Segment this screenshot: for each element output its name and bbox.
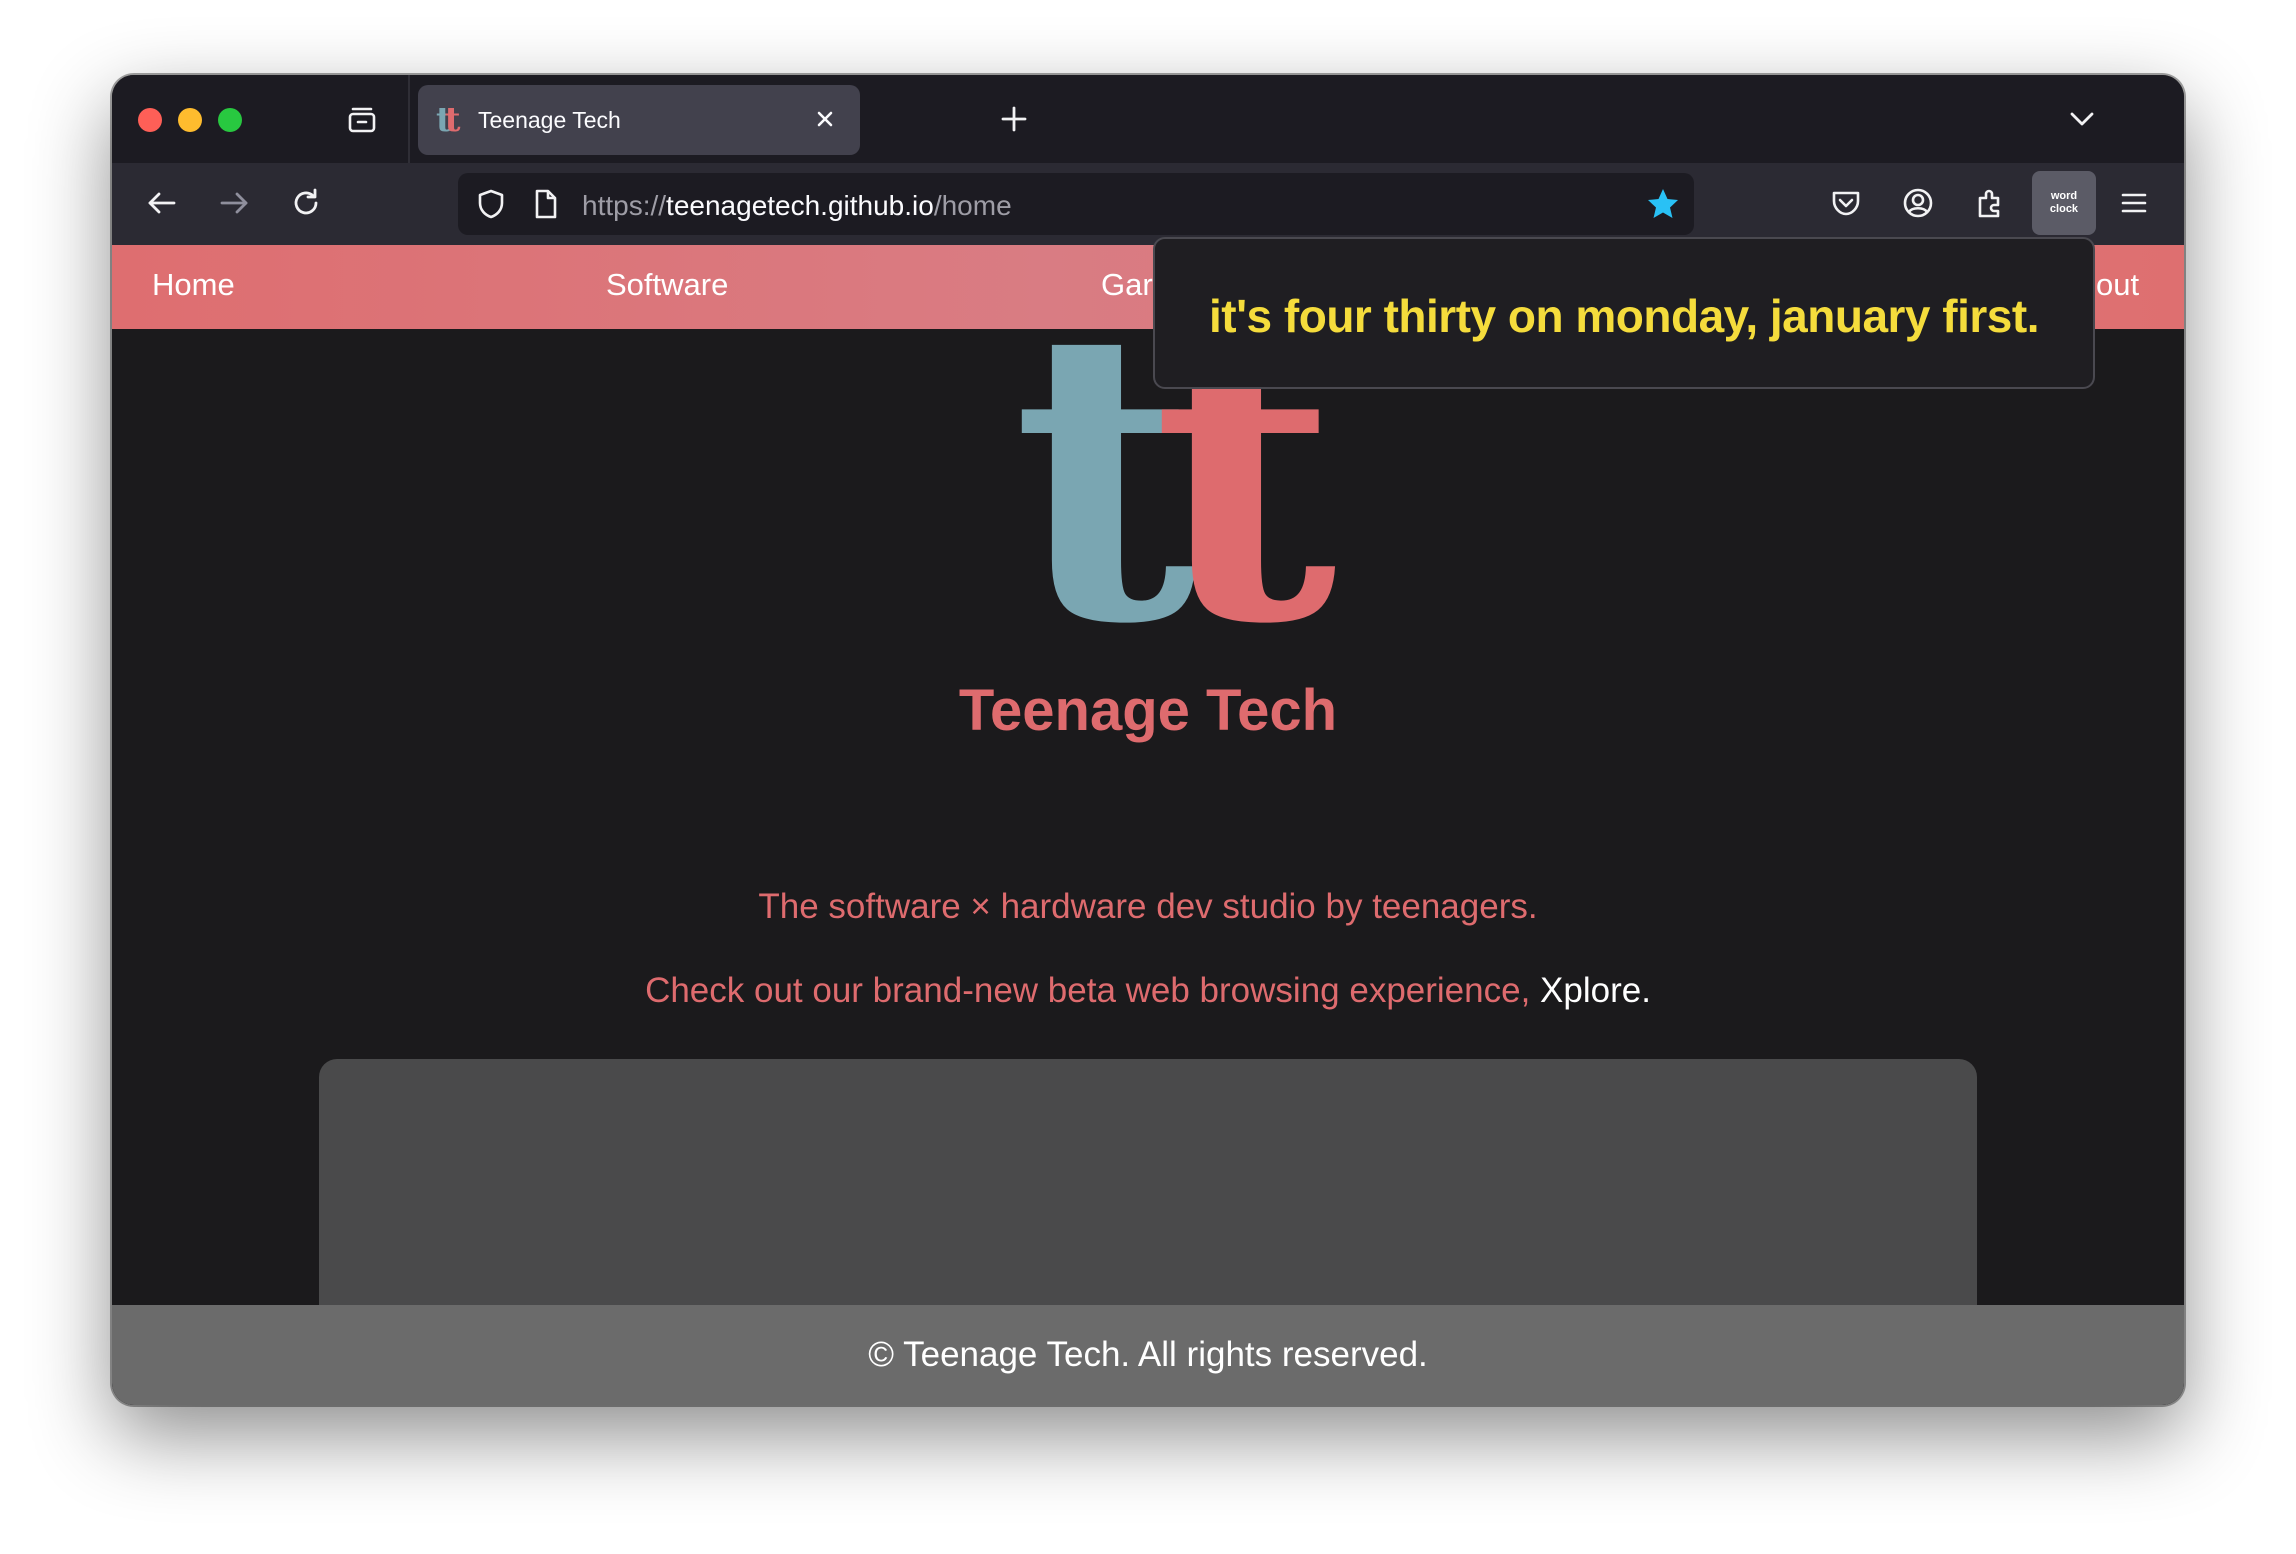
xplore-link[interactable]: Xplore	[1540, 971, 1641, 1010]
nav-link-home[interactable]: Home	[152, 267, 235, 303]
new-tab-plus-icon[interactable]	[996, 101, 1032, 137]
pocket-icon[interactable]	[1826, 183, 1866, 223]
word-clock-text: it's four thirty on monday, january firs…	[1209, 290, 2039, 342]
forward-arrow-icon[interactable]	[214, 183, 254, 223]
minimize-window-button[interactable]	[178, 108, 202, 132]
navigation-toolbar: https://teenagetech.github.io/home word …	[112, 163, 2184, 245]
tab-strip: tt Teenage Tech	[112, 75, 2184, 163]
account-icon[interactable]	[1898, 183, 1938, 223]
close-window-button[interactable]	[138, 108, 162, 132]
reload-icon[interactable]	[286, 183, 326, 223]
tagline: The software × hardware dev studio by te…	[758, 887, 1538, 926]
list-all-tabs-chevron-icon[interactable]	[2064, 101, 2100, 137]
app-menu-hamburger-icon[interactable]	[2114, 183, 2154, 223]
tab-favicon: tt	[436, 100, 461, 140]
page-info-icon[interactable]	[526, 185, 564, 223]
close-icon[interactable]	[808, 102, 842, 141]
tab-overview-icon[interactable]	[344, 101, 380, 137]
tracking-protection-shield-icon[interactable]	[472, 185, 510, 223]
web-page: Home Software Gar out t t Teenage Tech T…	[112, 245, 2184, 1405]
tab-title: Teenage Tech	[478, 107, 621, 133]
bookmark-star-icon[interactable]	[1644, 185, 1682, 223]
xplore-announcement: Check out our brand-new beta web browsin…	[645, 971, 1651, 1010]
tab-teenage-tech[interactable]: tt Teenage Tech	[418, 85, 860, 155]
tab-divider	[408, 75, 410, 163]
nav-link-software[interactable]: Software	[606, 267, 728, 303]
back-arrow-icon[interactable]	[142, 183, 182, 223]
footer: © Teenage Tech. All rights reserved.	[112, 1305, 2184, 1405]
nav-link-about[interactable]: out	[2096, 267, 2139, 303]
url-text[interactable]: https://teenagetech.github.io/home	[582, 190, 1012, 222]
url-bar[interactable]: https://teenagetech.github.io/home	[458, 173, 1694, 235]
nav-link-games[interactable]: Gar	[1101, 267, 1153, 303]
word-clock-popup: it's four thirty on monday, january firs…	[1153, 237, 2095, 389]
maximize-window-button[interactable]	[218, 108, 242, 132]
browser-window: tt Teenage Tech https://teenagetech.gith…	[112, 75, 2184, 1405]
word-clock-extension-button[interactable]: word clock	[2032, 171, 2096, 235]
extensions-puzzle-icon[interactable]	[1970, 183, 2010, 223]
brand-title: Teenage Tech	[958, 678, 1338, 743]
